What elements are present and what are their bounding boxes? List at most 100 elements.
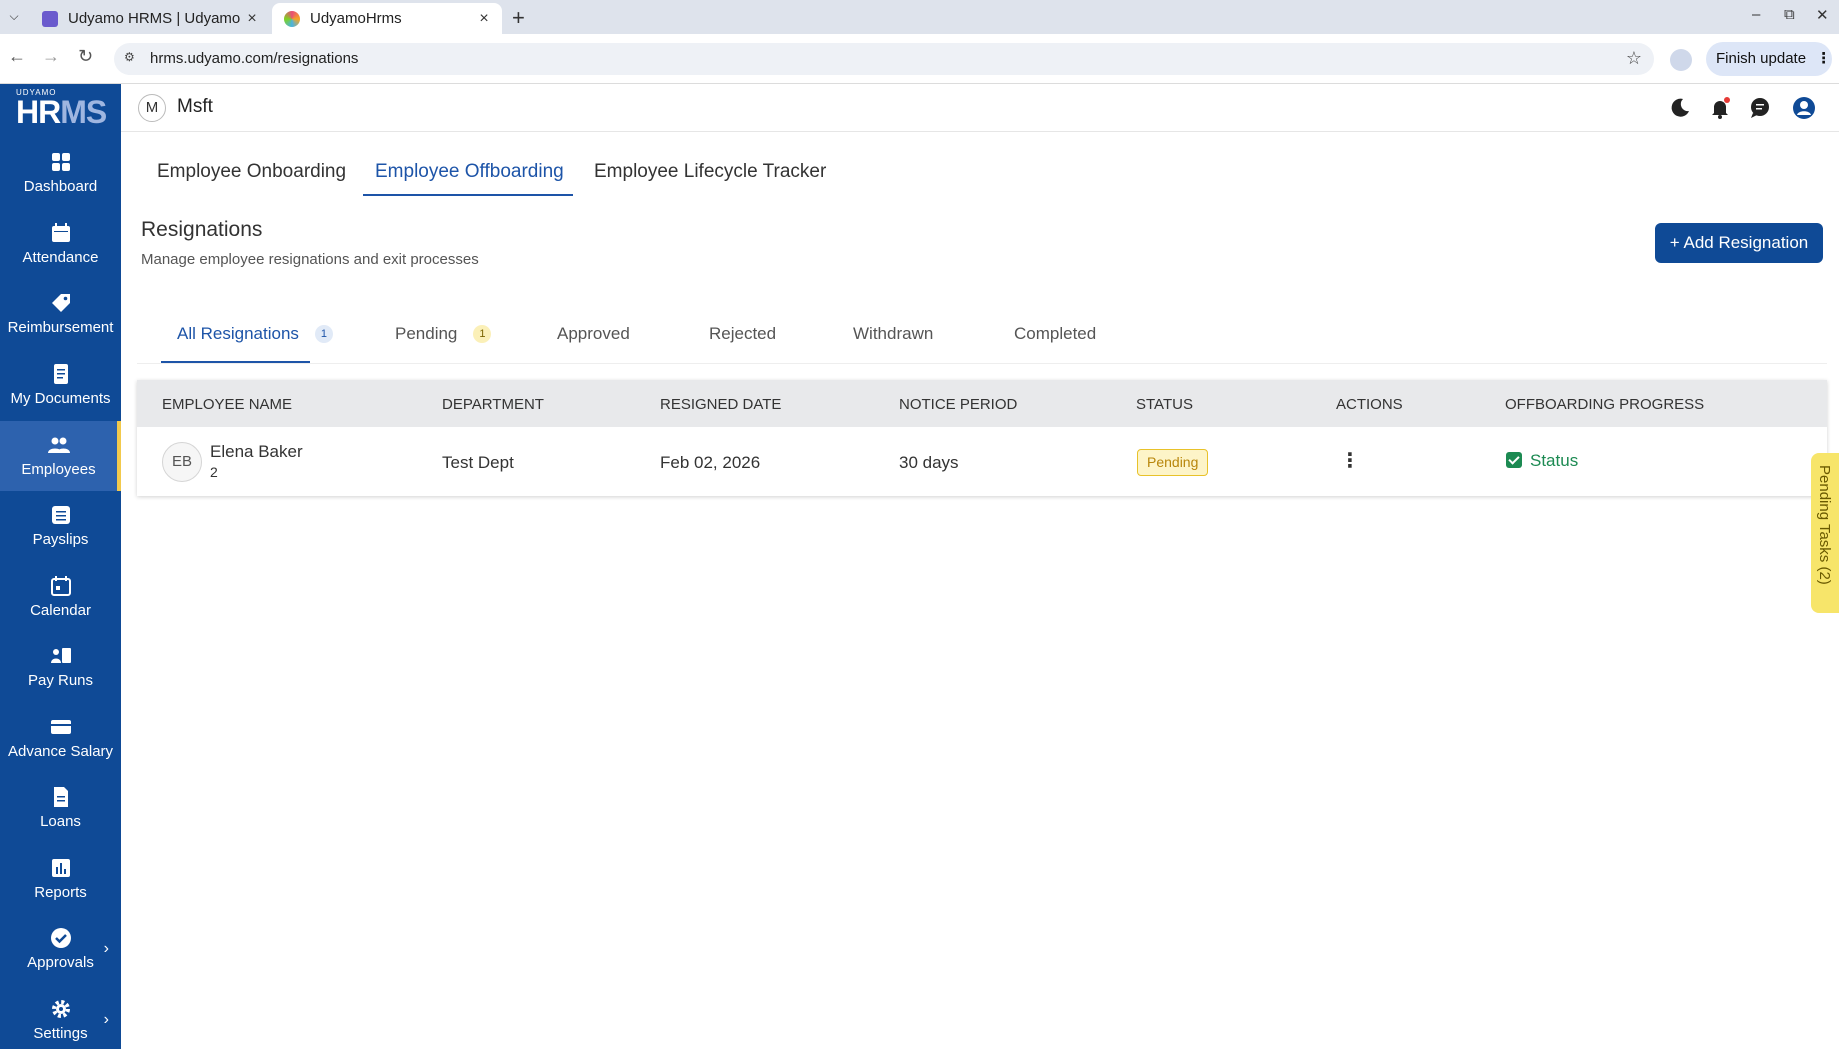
tab-employee-lifecycle-tracker[interactable]: Employee Lifecycle Tracker: [594, 161, 826, 183]
filter-tab-all-resignations[interactable]: All Resignations 1: [177, 324, 333, 344]
close-tab-icon[interactable]: ×: [244, 10, 260, 28]
chat-icon[interactable]: [1748, 96, 1772, 120]
column-header[interactable]: NOTICE PERIOD: [899, 396, 1017, 413]
bell-icon[interactable]: [1708, 96, 1732, 120]
udyamo-favicon-icon: [284, 10, 300, 27]
browser-profile-icon[interactable]: [1670, 49, 1692, 71]
udyamo-hrms-logo[interactable]: UDYAMO HRMS: [16, 88, 107, 130]
tab-search-chevron-icon[interactable]: ⌵: [4, 6, 24, 26]
page-subtitle: Manage employee resignations and exit pr…: [141, 251, 479, 268]
minimize-icon[interactable]: –: [1752, 6, 1760, 23]
employee-avatar: EB: [162, 442, 202, 482]
checklist-icon: [1506, 452, 1522, 468]
add-resignation-button[interactable]: + Add Resignation: [1655, 223, 1823, 263]
org-name[interactable]: Msft: [177, 96, 213, 118]
close-tab-icon[interactable]: ×: [476, 10, 492, 28]
card-icon: [50, 720, 71, 734]
column-header[interactable]: EMPLOYEE NAME: [162, 396, 292, 413]
tab-employee-onboarding[interactable]: Employee Onboarding: [157, 161, 346, 183]
sidebar-item-label: Calendar: [30, 602, 91, 619]
sidebar-item-payslips[interactable]: Payslips: [0, 491, 121, 561]
sidebar-item-reimbursement[interactable]: Reimbursement: [0, 279, 121, 349]
resignations-table: EMPLOYEE NAME DEPARTMENT RESIGNED DATE N…: [137, 380, 1827, 496]
sidebar-item-loans[interactable]: Loans: [0, 773, 121, 843]
filter-tab-pending[interactable]: Pending 1: [395, 324, 492, 344]
sidebar-item-label: Payslips: [32, 531, 89, 548]
reload-icon[interactable]: ↻: [78, 46, 93, 67]
site-settings-icon[interactable]: ⚙: [124, 50, 140, 66]
new-tab-plus-icon[interactable]: +: [512, 5, 525, 31]
filter-tab-completed[interactable]: Completed: [1014, 324, 1096, 344]
sidebar-item-label: Reimbursement: [7, 319, 114, 336]
column-header: STATUS: [1136, 396, 1193, 413]
tab-employee-offboarding[interactable]: Employee Offboarding: [375, 161, 564, 183]
logo-text: HRMS: [16, 94, 107, 130]
active-tab-indicator: [363, 194, 573, 196]
sidebar-item-dashboard[interactable]: Dashboard: [0, 138, 121, 208]
loan-doc-icon: [53, 787, 68, 807]
offboarding-status-link[interactable]: Status: [1506, 451, 1578, 471]
bookmark-star-icon[interactable]: ☆: [1626, 48, 1642, 69]
sidebar-item-my-documents[interactable]: My Documents: [0, 350, 121, 420]
sidebar-item-pay-runs[interactable]: Pay Runs: [0, 632, 121, 702]
column-header[interactable]: DEPARTMENT: [442, 396, 544, 413]
sidebar-item-attendance[interactable]: Attendance: [0, 209, 121, 279]
column-header[interactable]: RESIGNED DATE: [660, 396, 781, 413]
sidebar-item-approvals[interactable]: Approvals ›: [0, 914, 121, 984]
filter-tab-label: All Resignations: [177, 324, 299, 343]
department-cell: Test Dept: [442, 453, 514, 472]
table-header: EMPLOYEE NAME DEPARTMENT RESIGNED DATE N…: [137, 380, 1827, 427]
sidebar-item-label: Advance Salary: [7, 743, 114, 760]
pending-tasks-tab[interactable]: Pending Tasks (2): [1811, 453, 1839, 613]
notice-period-cell: 30 days: [899, 453, 959, 472]
filter-tab-rejected[interactable]: Rejected: [709, 324, 776, 344]
sidebar-item-label: My Documents: [10, 390, 111, 407]
count-badge: 1: [473, 325, 492, 343]
user-account-icon[interactable]: [1792, 96, 1816, 120]
active-filter-indicator: [161, 361, 310, 363]
address-bar[interactable]: ⚙ hrms.udyamo.com/resignations ☆: [114, 43, 1654, 75]
row-actions-kebab-icon[interactable]: ⋮: [1340, 448, 1360, 473]
column-header: OFFBOARDING PROGRESS: [1505, 396, 1705, 413]
sidebar-item-employees[interactable]: Employees: [0, 421, 121, 491]
back-arrow-icon[interactable]: ←: [8, 46, 26, 67]
browser-toolbar: ← → ↻ ⚙ hrms.udyamo.com/resignations ☆ F…: [0, 34, 1839, 84]
filter-tab-approved[interactable]: Approved: [557, 324, 630, 344]
pay-runs-icon: [50, 648, 71, 663]
gear-icon: [51, 1000, 70, 1018]
sidebar-item-label: Attendance: [22, 249, 99, 266]
filter-tab-label: Pending: [395, 324, 458, 343]
document-icon: [53, 364, 68, 384]
url-text[interactable]: hrms.udyamo.com/resignations: [150, 50, 358, 67]
calendar-icon: [50, 576, 71, 596]
filter-tabs-divider: [137, 363, 1827, 364]
sidebar-item-label: Loans: [40, 813, 81, 830]
payslip-icon: [51, 506, 70, 524]
sidebar-item-label: Dashboard: [23, 178, 98, 195]
employee-id: 2: [210, 464, 218, 480]
sidebar-item-settings[interactable]: Settings ›: [0, 985, 121, 1049]
sidebar-item-calendar[interactable]: Calendar: [0, 562, 121, 632]
dashboard-icon: [51, 153, 70, 171]
sidebar: UDYAMO HRMS Dashboard Attendance Reimbur…: [0, 84, 121, 1049]
sidebar-item-label: Employees: [21, 461, 96, 478]
employee-name[interactable]: Elena Baker: [210, 442, 303, 462]
browser-tab-active[interactable]: UdyamoHrms ×: [272, 3, 502, 34]
finish-update-button[interactable]: Finish update ⋮: [1706, 42, 1832, 76]
count-badge: 1: [314, 325, 333, 343]
browser-tab[interactable]: Udyamo HRMS | Udyamo ×: [30, 3, 270, 34]
teams-favicon-icon: [42, 10, 58, 27]
restore-icon[interactable]: ⧉: [1784, 6, 1795, 23]
finish-update-label: Finish update: [1716, 50, 1807, 67]
filter-tab-withdrawn[interactable]: Withdrawn: [853, 324, 933, 344]
forward-arrow-icon[interactable]: →: [42, 46, 60, 67]
org-avatar[interactable]: M: [138, 94, 166, 122]
sidebar-item-advance-salary[interactable]: Advance Salary: [0, 703, 121, 773]
tag-icon: [51, 294, 70, 312]
dark-mode-moon-icon[interactable]: [1668, 96, 1692, 120]
close-window-icon[interactable]: ✕: [1816, 6, 1829, 24]
sidebar-item-label: Pay Runs: [27, 672, 94, 689]
sidebar-item-reports[interactable]: Reports: [0, 844, 121, 914]
more-menu-icon: ⋮: [1816, 50, 1832, 67]
column-header: ACTIONS: [1336, 396, 1403, 413]
